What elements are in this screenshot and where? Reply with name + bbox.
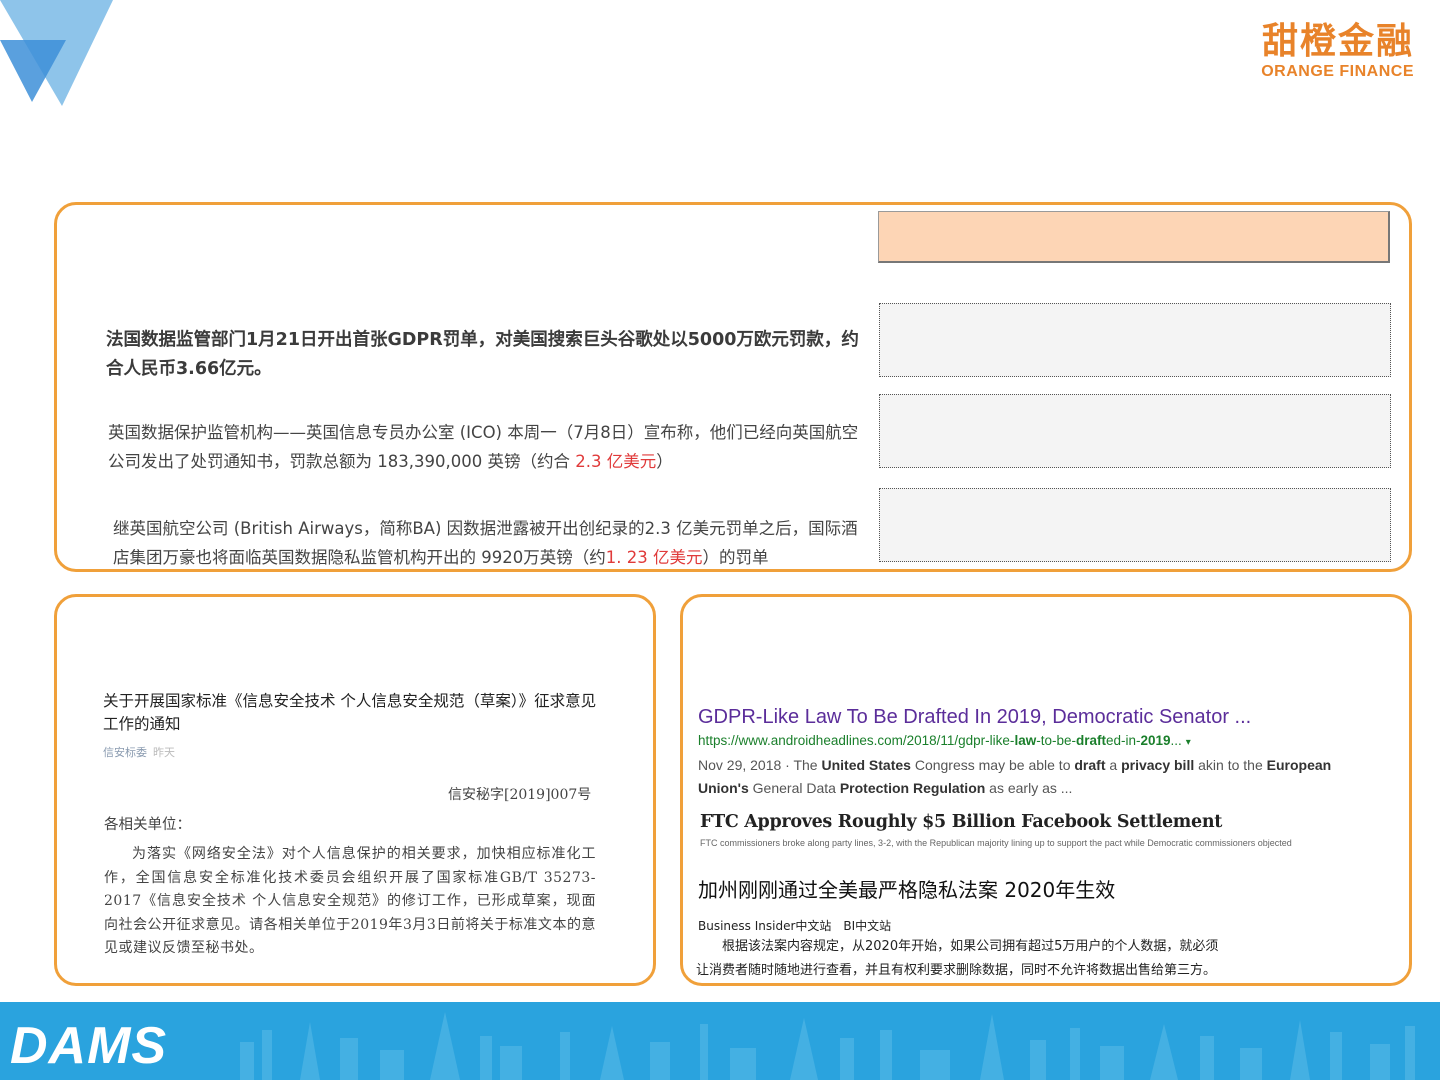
news-text: 英国数据保护监管机构——英国信息专员办公室 (ICO) 本周一（7月8日）宣布称…	[108, 423, 859, 471]
snippet-text: Congress may be able to	[910, 757, 1075, 773]
news-highlight: 2.3 亿美元	[575, 452, 657, 471]
notice-title: 关于开展国家标准《信息安全技术 个人信息安全规范（草案）》征求意见工作的通知	[103, 692, 597, 733]
california-law-headline: 加州刚刚通过全美最严格隐私法案 2020年生效	[698, 878, 1116, 902]
news-british-airways-fine: 英国数据保护监管机构——英国信息专员办公室 (ICO) 本周一（7月8日）宣布称…	[108, 418, 868, 476]
news-highlight: 1. 23 亿美元	[605, 548, 703, 567]
ftc-subheadline: FTC commissioners broke along party line…	[700, 838, 1292, 848]
city-skyline-icon	[240, 1012, 1415, 1080]
california-law-source: Business Insider中文站 BI中文站	[698, 919, 892, 933]
search-result-snippet: Nov 29, 2018 · The United States Congres…	[698, 754, 1378, 800]
snippet-text: akin to the	[1194, 757, 1267, 773]
snippet-text: as early as ...	[985, 780, 1073, 796]
dropdown-caret-icon[interactable]: ▾	[1186, 737, 1191, 748]
source-time: 昨天	[153, 746, 175, 759]
california-law-text-line: 让消费者随时随地进行查看，并且有权利要求删除数据，同时不允许将数据出售给第三方。	[696, 963, 1217, 978]
snippet-bold: privacy bill	[1121, 757, 1195, 773]
snippet-bold: United States	[821, 757, 911, 773]
snippet-text: General Data	[748, 780, 840, 796]
snippet-text: a	[1105, 757, 1122, 773]
url-part: ...	[1170, 733, 1182, 748]
url-part: ed-in-	[1105, 733, 1141, 748]
search-result-title-link[interactable]: GDPR-Like Law To Be Drafted In 2019, Dem…	[698, 706, 1251, 729]
logo-chinese: 甜橙金融	[1261, 21, 1414, 62]
news-text: ）	[656, 452, 673, 471]
footer-banner	[0, 1002, 1440, 1080]
url-part: -to-be-	[1036, 733, 1076, 748]
dotted-placeholder-box	[879, 394, 1391, 468]
notice-salutation: 各相关单位：	[104, 817, 191, 833]
logo-english: ORANGE FINANCE	[1261, 63, 1414, 80]
snippet-bold: Protection Regulation	[839, 780, 986, 796]
snippet-bold: draft	[1074, 757, 1106, 773]
triangle-icon	[0, 0, 113, 106]
notice-source: 信安标委 昨天	[103, 744, 175, 760]
notice-body: 为落实《网络安全法》对个人信息保护的相关要求，加快相应标准化工作，全国信息安全标…	[104, 846, 596, 956]
dotted-placeholder-box	[879, 303, 1391, 377]
dotted-placeholder-box	[879, 488, 1391, 562]
dams-logo: DAMS	[10, 1017, 168, 1075]
news-text: ）的罚单	[702, 548, 769, 567]
search-result-url[interactable]: https://www.androidheadlines.com/2018/11…	[698, 733, 1191, 748]
snippet-text: Nov 29, 2018 · The	[698, 757, 822, 773]
notice-reference-number: 信安秘字[2019]007号	[448, 787, 592, 803]
url-part: https://www.androidheadlines.com/2018/11…	[698, 733, 1015, 748]
news-google-fine: 法国数据监管部门1月21日开出首张GDPR罚单，对美国搜索巨头谷歌处以5000万…	[106, 330, 859, 379]
ftc-headline: FTC Approves Roughly $5 Billion Facebook…	[700, 812, 1223, 832]
url-part: law	[1014, 733, 1037, 748]
source-name: 信安标委	[103, 746, 147, 759]
orange-finance-logo: 甜橙金融 ORANGE FINANCE	[1224, 22, 1414, 82]
california-law-text-line: 根据该法案内容规定，从2020年开始，如果公司拥有超过5万用户的个人数据，就必须	[722, 939, 1219, 954]
url-part: 2019	[1140, 733, 1171, 748]
url-part: draft	[1075, 733, 1106, 748]
corner-triangle-decoration	[0, 0, 120, 110]
news-marriott-fine: 继英国航空公司 (British Airways，简称BA) 因数据泄露被开出创…	[113, 514, 873, 572]
header-placeholder-box	[878, 211, 1390, 263]
